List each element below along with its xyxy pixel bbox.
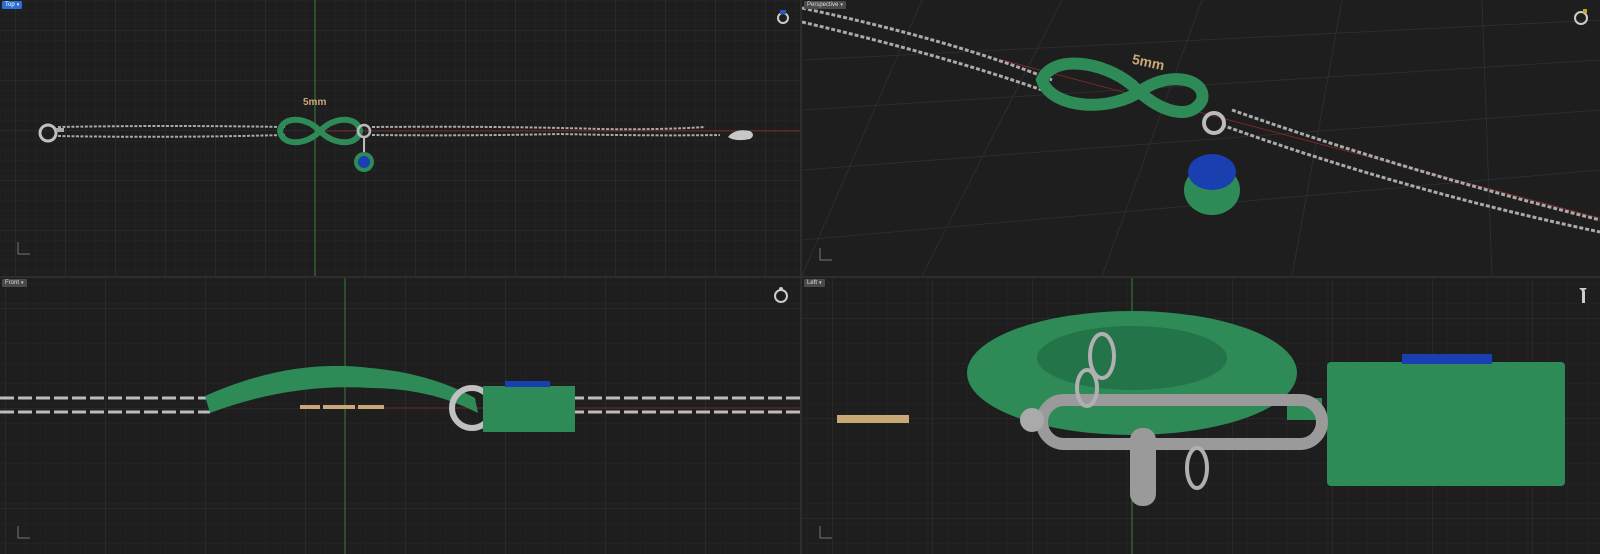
ring-gizmo-icon[interactable] (1570, 5, 1592, 27)
viewport-top[interactable]: Top ▾ 5mm (0, 0, 800, 276)
viewport-menu-chevron-icon[interactable]: ▾ (840, 2, 843, 8)
viewport-label-perspective[interactable]: Perspective ▾ (804, 1, 846, 9)
viewport-left[interactable]: Left ▾ (802, 278, 1600, 554)
axis-triad-icon (17, 242, 30, 255)
viewport-menu-chevron-icon[interactable]: ▾ (819, 280, 822, 286)
viewport-menu-chevron-icon[interactable]: ▾ (17, 2, 20, 8)
viewport-label-left[interactable]: Left ▾ (804, 279, 825, 287)
dimension-text-top: 5mm (303, 97, 327, 108)
top-view-scene (0, 0, 800, 276)
ring-gizmo-icon[interactable] (772, 5, 794, 27)
stone-setting-left (1327, 362, 1565, 486)
front-view-scene (0, 278, 800, 554)
viewport-menu-chevron-icon[interactable]: ▾ (21, 280, 24, 286)
stone-perspective (1188, 154, 1236, 190)
perspective-view-scene (802, 0, 1600, 276)
viewport-front[interactable]: Front ▾ (0, 278, 800, 554)
axis-triad-icon (819, 248, 832, 261)
viewport-perspective[interactable]: Perspective ▾ 5mm (802, 0, 1600, 276)
axis-triad-icon (819, 526, 832, 539)
left-view-scene (802, 278, 1600, 554)
axis-triad-icon (17, 526, 30, 539)
stone-setting-front (483, 386, 575, 432)
ring-gizmo-icon[interactable] (1572, 283, 1594, 305)
ring-gizmo-icon[interactable] (770, 283, 792, 305)
viewport-label-top[interactable]: Top ▾ (2, 1, 23, 9)
viewport-label-front[interactable]: Front ▾ (2, 279, 27, 287)
viewport-splitter-horizontal[interactable] (0, 276, 1600, 278)
